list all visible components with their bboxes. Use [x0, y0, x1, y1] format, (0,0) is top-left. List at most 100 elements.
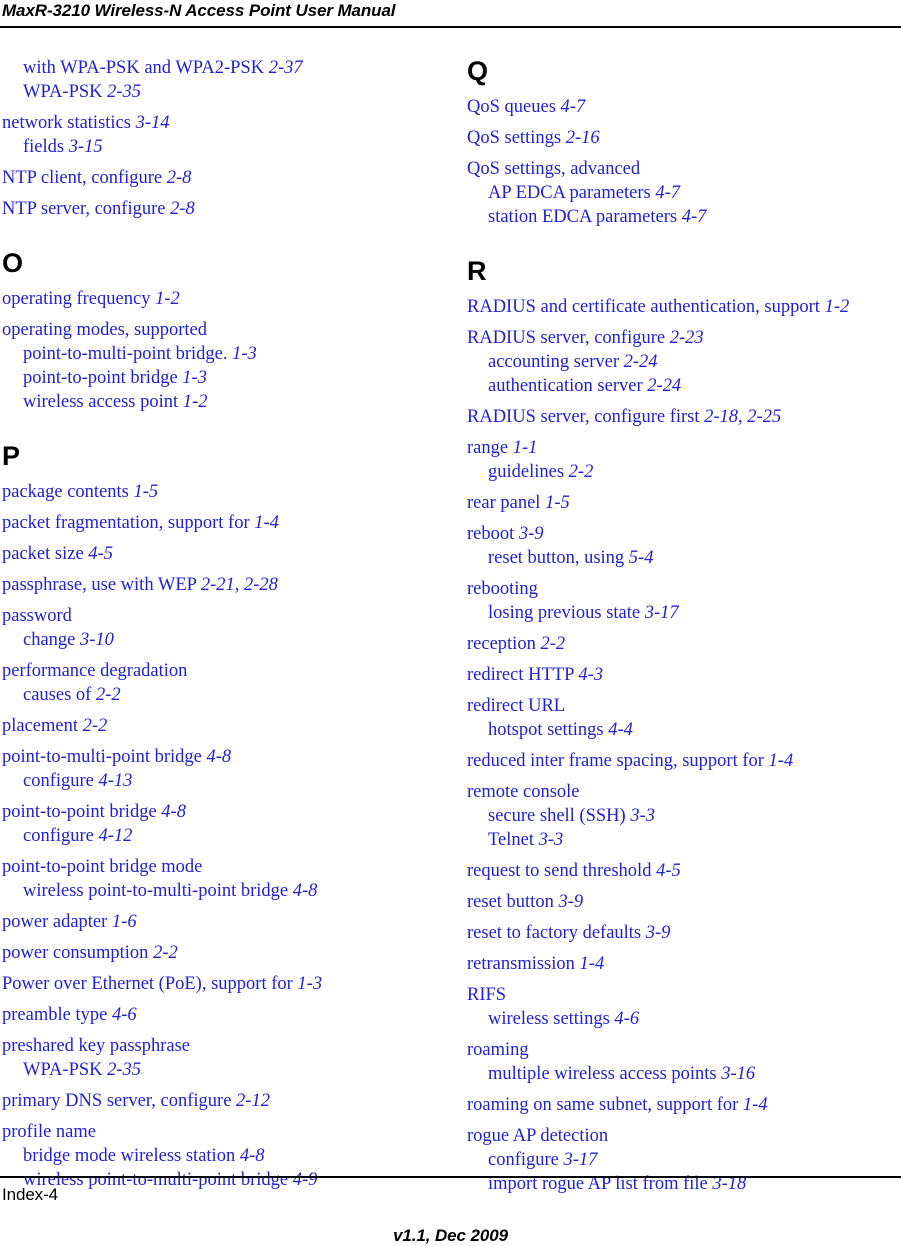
index-subentry[interactable]: authentication server 2-24	[467, 374, 897, 398]
index-entry[interactable]: preamble type 4-6	[2, 1003, 432, 1027]
index-entry[interactable]: request to send threshold 4-5	[467, 859, 897, 883]
index-entry[interactable]: QoS queues 4-7	[467, 95, 897, 119]
index-entry[interactable]: power consumption 2-2	[2, 941, 432, 965]
index-entry-page-ref[interactable]: 2-2	[569, 462, 594, 482]
index-subentry[interactable]: change 3-10	[2, 628, 432, 652]
index-entry-page-ref[interactable]: 1-2	[183, 392, 208, 412]
index-entry-page-ref[interactable]: 1-5	[134, 482, 159, 502]
index-entry[interactable]: reset to factory defaults 3-9	[467, 921, 897, 945]
index-entry[interactable]: placement 2-2	[2, 714, 432, 738]
index-entry[interactable]: passphrase, use with WEP 2-21, 2-28	[2, 573, 432, 597]
index-entry[interactable]: reduced inter frame spacing, support for…	[467, 749, 897, 773]
index-entry-page-ref[interactable]: 4-8	[207, 747, 232, 767]
index-subentry[interactable]: WPA-PSK 2-35	[2, 80, 432, 104]
index-entry-page-ref[interactable]: 4-8	[293, 881, 318, 901]
index-subentry[interactable]: wireless point-to-multi-point bridge 4-8	[2, 879, 432, 903]
index-subentry[interactable]: wireless settings 4-6	[467, 1007, 897, 1031]
index-entry[interactable]: range 1-1	[467, 436, 897, 460]
index-entry[interactable]: package contents 1-5	[2, 480, 432, 504]
index-entry[interactable]: remote console	[467, 780, 897, 804]
index-entry[interactable]: NTP client, configure 2-8	[2, 166, 432, 190]
index-entry-page-ref[interactable]: 1-4	[254, 513, 279, 533]
index-entry-page-ref[interactable]: 2-35	[107, 1060, 141, 1080]
index-entry-page-ref[interactable]: 4-5	[88, 544, 113, 564]
index-entry-page-ref[interactable]: 1-3	[297, 974, 322, 994]
index-entry-page-ref[interactable]: 2-2	[96, 685, 121, 705]
index-entry-page-ref[interactable]: 4-3	[578, 665, 603, 685]
index-entry-page-ref[interactable]: 3-9	[519, 524, 544, 544]
index-subentry[interactable]: configure 4-12	[2, 824, 432, 848]
index-entry[interactable]: operating frequency 1-2	[2, 287, 432, 311]
index-entry-page-ref[interactable]: 4-6	[614, 1009, 639, 1029]
index-entry-page-ref[interactable]: 3-14	[136, 113, 170, 133]
index-entry[interactable]: point-to-point bridge mode	[2, 855, 432, 879]
index-subentry[interactable]: secure shell (SSH) 3-3	[467, 804, 897, 828]
index-entry-page-ref[interactable]: 1-2	[155, 289, 180, 309]
index-subentry[interactable]: accounting server 2-24	[467, 350, 897, 374]
index-entry-page-ref[interactable]: 3-10	[80, 630, 114, 650]
index-entry-page-ref[interactable]: 3-3	[630, 806, 655, 826]
index-subentry[interactable]: station EDCA parameters 4-7	[467, 205, 897, 229]
index-entry[interactable]: roaming	[467, 1038, 897, 1062]
index-entry[interactable]: redirect URL	[467, 694, 897, 718]
index-entry[interactable]: primary DNS server, configure 2-12	[2, 1089, 432, 1113]
index-entry-page-ref[interactable]: 3-9	[558, 892, 583, 912]
index-subentry[interactable]: guidelines 2-2	[467, 460, 897, 484]
index-subentry[interactable]: losing previous state 3-17	[467, 601, 897, 625]
index-entry[interactable]: RIFS	[467, 983, 897, 1007]
index-entry[interactable]: packet fragmentation, support for 1-4	[2, 511, 432, 535]
index-entry-page-ref[interactable]: 1-3	[182, 368, 207, 388]
index-entry[interactable]: rogue AP detection	[467, 1124, 897, 1148]
index-entry-page-ref[interactable]: 2-12	[236, 1091, 270, 1111]
index-subentry[interactable]: point-to-multi-point bridge. 1-3	[2, 342, 432, 366]
index-entry[interactable]: point-to-multi-point bridge 4-8	[2, 745, 432, 769]
index-subentry[interactable]: fields 3-15	[2, 135, 432, 159]
index-entry-page-ref[interactable]: 2-37	[269, 58, 303, 78]
index-entry-page-ref[interactable]: 2-2	[83, 716, 108, 736]
index-subentry[interactable]: configure 3-17	[467, 1148, 897, 1172]
index-entry-page-ref[interactable]: 1-4	[743, 1095, 768, 1115]
index-subentry[interactable]: WPA-PSK 2-35	[2, 1058, 432, 1082]
index-entry[interactable]: point-to-point bridge 4-8	[2, 800, 432, 824]
index-entry[interactable]: rear panel 1-5	[467, 491, 897, 515]
index-entry[interactable]: QoS settings 2-16	[467, 126, 897, 150]
index-entry-page-ref[interactable]: 2-24	[624, 352, 658, 372]
index-entry-page-ref[interactable]: 4-4	[608, 720, 633, 740]
index-entry-page-ref[interactable]: 1-1	[513, 438, 538, 458]
index-entry-page-ref[interactable]: 2-23	[670, 328, 704, 348]
index-entry-page-ref[interactable]: 3-17	[564, 1150, 598, 1170]
index-entry-page-ref[interactable]: 3-16	[721, 1064, 755, 1084]
index-entry-page-ref[interactable]: 2-24	[647, 376, 681, 396]
index-subentry[interactable]: hotspot settings 4-4	[467, 718, 897, 742]
index-entry[interactable]: network statistics 3-14	[2, 111, 432, 135]
index-entry[interactable]: QoS settings, advanced	[467, 157, 897, 181]
index-entry[interactable]: reset button 3-9	[467, 890, 897, 914]
index-entry[interactable]: roaming on same subnet, support for 1-4	[467, 1093, 897, 1117]
index-entry[interactable]: operating modes, supported	[2, 318, 432, 342]
index-entry-page-ref[interactable]: 1-3	[232, 344, 257, 364]
index-entry-page-ref[interactable]: 4-6	[112, 1005, 137, 1025]
index-entry[interactable]: password	[2, 604, 432, 628]
index-entry-page-ref[interactable]: 5-4	[629, 548, 654, 568]
index-entry-page-ref[interactable]: 2-35	[107, 82, 141, 102]
index-entry-page-ref[interactable]: 2-2	[153, 943, 178, 963]
index-entry-page-ref[interactable]: 2-8	[167, 168, 192, 188]
index-entry-page-ref[interactable]: 4-8	[161, 802, 186, 822]
index-subentry[interactable]: with WPA-PSK and WPA2-PSK 2-37	[2, 56, 432, 80]
index-entry-page-ref[interactable]: 4-7	[655, 183, 680, 203]
index-entry-page-ref[interactable]: 1-4	[580, 954, 605, 974]
index-entry-page-ref[interactable]: 4-7	[561, 97, 586, 117]
index-entry-page-ref[interactable]: 3-3	[539, 830, 564, 850]
index-subentry[interactable]: AP EDCA parameters 4-7	[467, 181, 897, 205]
index-entry[interactable]: preshared key passphrase	[2, 1034, 432, 1058]
index-subentry[interactable]: reset button, using 5-4	[467, 546, 897, 570]
index-entry[interactable]: RADIUS server, configure 2-23	[467, 326, 897, 350]
index-entry-page-ref[interactable]: 2-21, 2-28	[201, 575, 278, 595]
index-entry[interactable]: power adapter 1-6	[2, 910, 432, 934]
index-subentry[interactable]: configure 4-13	[2, 769, 432, 793]
index-entry-page-ref[interactable]: 3-15	[69, 137, 103, 157]
index-entry[interactable]: performance degradation	[2, 659, 432, 683]
index-subentry[interactable]: Telnet 3-3	[467, 828, 897, 852]
index-entry[interactable]: rebooting	[467, 577, 897, 601]
index-subentry[interactable]: point-to-point bridge 1-3	[2, 366, 432, 390]
